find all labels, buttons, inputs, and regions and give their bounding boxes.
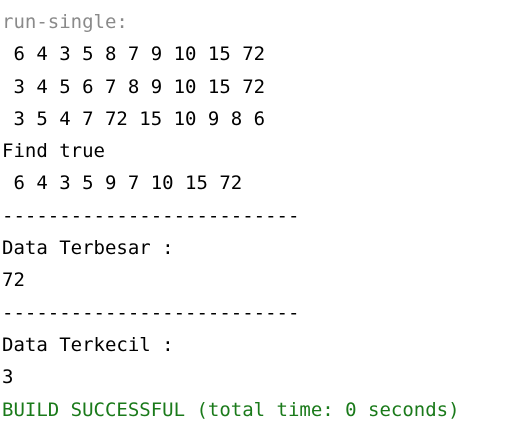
output-console: run-single: 6 4 3 5 8 7 9 10 15 72 3 4 5… xyxy=(0,0,526,434)
output-line-sorted-array: 3 4 5 6 7 8 9 10 15 72 xyxy=(2,75,266,98)
max-data-label: Data Terbesar : xyxy=(2,237,174,260)
run-header-line: run-single: xyxy=(2,11,128,33)
max-data-value: 72 xyxy=(2,269,25,292)
min-data-value: 3 xyxy=(2,366,14,389)
output-line-array-after-find: 6 4 3 5 9 7 10 15 72 xyxy=(2,172,243,195)
output-line-find-result: Find true xyxy=(2,140,105,163)
min-data-label: Data Terkecil : xyxy=(2,333,174,356)
output-line-initial-array: 6 4 3 5 8 7 9 10 15 72 xyxy=(2,43,266,66)
separator-line: -------------------------- xyxy=(2,204,300,227)
separator-line: -------------------------- xyxy=(2,301,300,324)
output-line-reversed-array: 3 5 4 7 72 15 10 9 8 6 xyxy=(2,107,266,130)
build-status-line: BUILD SUCCESSFUL (total time: 0 seconds) xyxy=(2,398,460,421)
